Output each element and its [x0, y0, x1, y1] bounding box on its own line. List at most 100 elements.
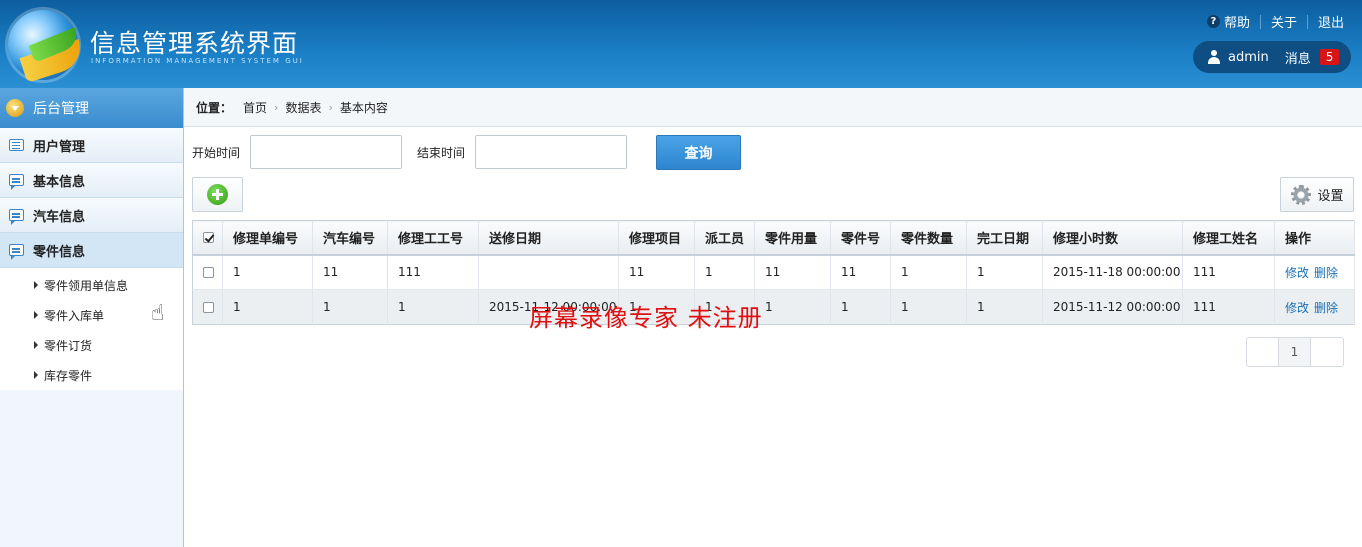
table-cell: 111	[1182, 289, 1275, 325]
column-header[interactable]: 完工日期	[966, 220, 1043, 256]
table-cell: 1	[966, 289, 1043, 325]
settings-button[interactable]: 设置	[1280, 177, 1354, 212]
sidebar: 后台管理 用户管理 基本信息 汽车信息 零件信息 零件领用单信息 零件入库单 零…	[0, 88, 184, 547]
table-cell: 1	[694, 254, 755, 290]
help-link[interactable]: 帮助	[1224, 12, 1250, 31]
column-header[interactable]: 修理工姓名	[1182, 220, 1275, 256]
gear-icon	[1290, 183, 1313, 206]
search-row: 开始时间 结束时间	[192, 135, 642, 169]
select-all-cell	[192, 220, 223, 256]
table-cell: 1	[890, 289, 967, 325]
sidebar-group-parts-info[interactable]: 零件信息	[0, 233, 183, 268]
settings-label: 设置	[1317, 189, 1344, 204]
edit-link[interactable]: 修改	[1285, 266, 1309, 280]
column-header[interactable]: 修理小时数	[1042, 220, 1183, 256]
chevron-right-icon: ›	[274, 100, 279, 114]
sidebar-item-label: 库存零件	[44, 368, 93, 383]
sidebar-item-label: 零件入库单	[44, 308, 105, 323]
triangle-right-icon	[34, 311, 38, 319]
actions-cell: 修改 删除	[1274, 254, 1355, 290]
sidebar-group-car-info[interactable]: 汽车信息	[0, 198, 183, 233]
breadcrumb-item-home[interactable]: 首页	[243, 99, 267, 116]
column-header[interactable]: 修理单编号	[222, 220, 313, 256]
query-button[interactable]: 查询	[656, 135, 741, 170]
sidebar-group-user-management[interactable]: 用户管理	[0, 128, 183, 163]
column-header[interactable]: 零件号	[830, 220, 891, 256]
edit-link[interactable]: 修改	[1285, 301, 1309, 315]
breadcrumb-item-content[interactable]: 基本内容	[340, 99, 388, 116]
breadcrumb-item-datatable[interactable]: 数据表	[285, 99, 321, 116]
sidebar-group-basic-info[interactable]: 基本信息	[0, 163, 183, 198]
app-title: 信息管理系统界面	[90, 29, 299, 58]
sidebar-group-label: 零件信息	[33, 244, 86, 260]
table-cell: 11	[830, 254, 891, 290]
column-header[interactable]: 派工员	[694, 220, 755, 256]
sidebar-header[interactable]: 后台管理	[0, 88, 183, 128]
app-header: 信息管理系统界面 INFORMATION MANAGEMENT SYSTEM G…	[0, 0, 1362, 88]
sidebar-item-parts-requisition[interactable]: 零件领用单信息	[0, 270, 183, 300]
row-checkbox[interactable]	[203, 267, 214, 279]
data-table: 修理单编号 汽车编号 修理工工号 送修日期 修理项目 派工员 零件用量 零件号 …	[192, 220, 1355, 325]
table-cell: 111	[1182, 254, 1275, 290]
sidebar-title: 后台管理	[33, 101, 89, 117]
divider	[1259, 14, 1261, 29]
username[interactable]: admin	[1228, 50, 1269, 65]
main-content: 位置： 首页 › 数据表 › 基本内容 开始时间 结束时间 查询 设置 修理单编…	[184, 88, 1362, 547]
triangle-right-icon	[34, 281, 38, 289]
column-header[interactable]: 零件用量	[754, 220, 831, 256]
triangle-right-icon	[34, 371, 38, 379]
start-time-label: 开始时间	[192, 145, 241, 160]
logout-link[interactable]: 退出	[1318, 12, 1344, 31]
table-row[interactable]: 1 1 1 2015-11-12 00:00:00 1 1 1 1 1 1 20…	[192, 289, 1355, 325]
column-header[interactable]: 送修日期	[478, 220, 619, 256]
row-checkbox[interactable]	[203, 302, 214, 313]
user-icon	[1207, 50, 1221, 64]
table-row[interactable]: 1 11 111 11 1 11 11 1 1 2015-11-18 00:00…	[192, 254, 1355, 290]
delete-link[interactable]: 删除	[1314, 301, 1338, 315]
start-time-input[interactable]	[250, 135, 403, 169]
hand-cursor-icon: ☝	[151, 301, 165, 326]
triangle-right-icon	[34, 341, 38, 349]
column-header[interactable]: 汽车编号	[312, 220, 388, 256]
column-header[interactable]: 零件数量	[890, 220, 967, 256]
delete-link[interactable]: 删除	[1314, 266, 1338, 280]
column-header[interactable]: 修理项目	[618, 220, 695, 256]
messages-count-badge[interactable]: 5	[1319, 49, 1340, 65]
row-select-cell	[192, 289, 223, 325]
pager-next-button[interactable]	[1311, 338, 1343, 366]
table-cell: 1	[387, 289, 479, 325]
sidebar-item-label: 零件订货	[44, 338, 93, 353]
help-icon[interactable]: ?	[1206, 15, 1220, 28]
list-icon	[9, 139, 24, 151]
user-bar: admin 消息 5	[1193, 41, 1351, 73]
table-header-row: 修理单编号 汽车编号 修理工工号 送修日期 修理项目 派工员 零件用量 零件号 …	[192, 220, 1355, 256]
plus-circle-icon	[207, 184, 228, 205]
sidebar-item-label: 零件领用单信息	[44, 278, 129, 293]
pager-prev-button[interactable]	[1247, 338, 1279, 366]
pagination: 1	[1246, 337, 1344, 367]
table-cell: 11	[618, 254, 695, 290]
add-button[interactable]	[192, 177, 243, 212]
sidebar-item-parts-order[interactable]: 零件订货	[0, 330, 183, 360]
actions-cell: 修改 删除	[1274, 289, 1355, 325]
table-cell: 1	[222, 289, 313, 325]
select-all-checkbox[interactable]	[203, 231, 214, 243]
pager-page-current[interactable]: 1	[1279, 338, 1311, 366]
messages-link[interactable]: 消息	[1285, 48, 1311, 67]
end-time-input[interactable]	[475, 135, 628, 169]
sidebar-item-inventory-parts[interactable]: 库存零件	[0, 360, 183, 390]
table-cell: 1	[966, 254, 1043, 290]
column-header[interactable]: 修理工工号	[387, 220, 479, 256]
row-select-cell	[192, 254, 223, 290]
chevron-right-icon: ›	[328, 100, 333, 114]
app-subtitle: INFORMATION MANAGEMENT SYSTEM GUI	[91, 57, 304, 65]
sidebar-group-label: 汽车信息	[33, 209, 86, 225]
breadcrumb: 位置： 首页 › 数据表 › 基本内容	[184, 88, 1362, 127]
about-link[interactable]: 关于	[1271, 12, 1297, 31]
table-cell: 1	[830, 289, 891, 325]
message-icon	[9, 244, 24, 260]
table-cell: 2015-11-18 00:00:00	[1042, 254, 1183, 290]
table-cell: 11	[754, 254, 831, 290]
sidebar-group-label: 用户管理	[33, 139, 86, 155]
breadcrumb-lead: 位置：	[196, 100, 233, 115]
